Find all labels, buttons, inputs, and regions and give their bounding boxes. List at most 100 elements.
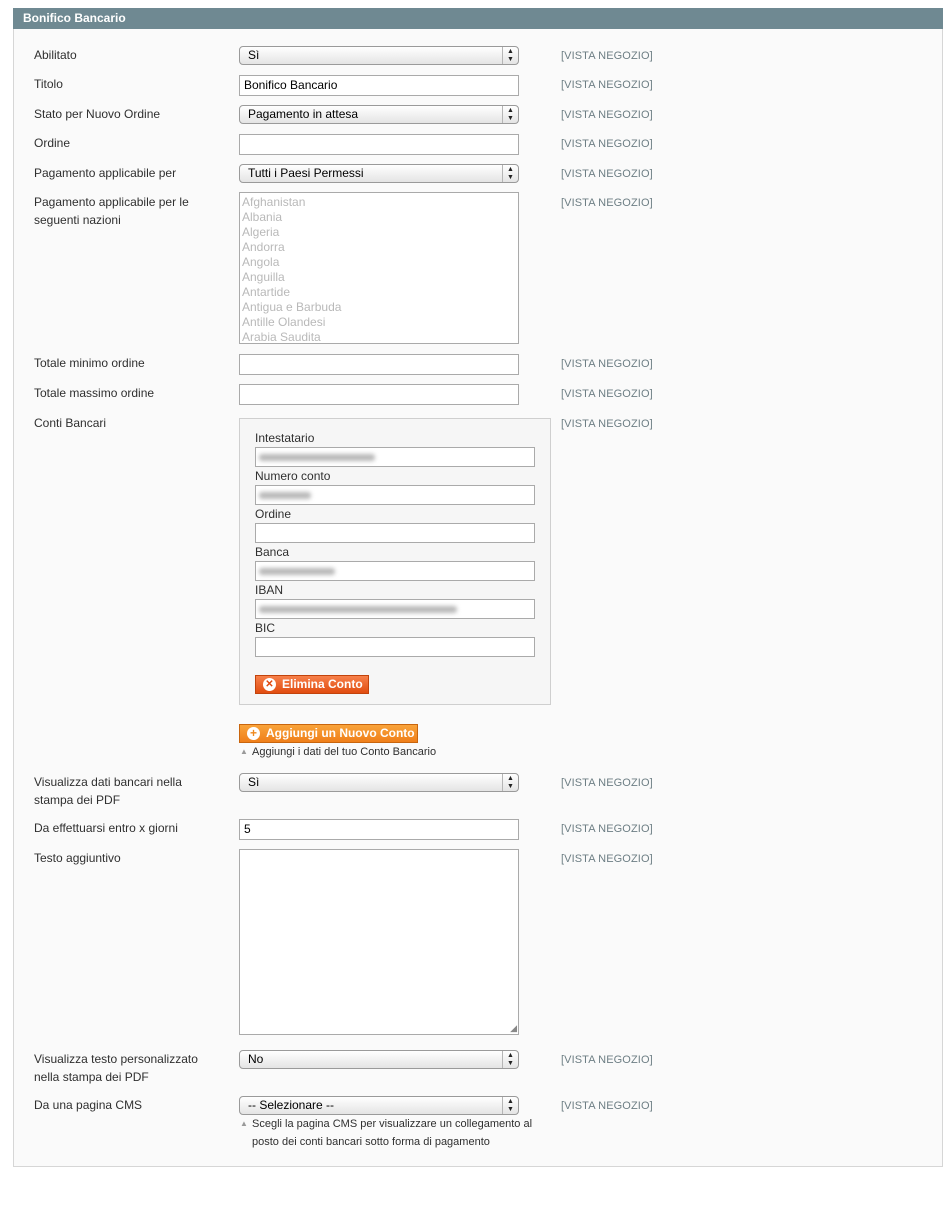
input-totale-massimo[interactable] [239, 384, 519, 405]
close-icon: ✕ [263, 678, 276, 691]
list-item[interactable]: Antartide [242, 285, 516, 300]
scope-label-nazioni: [VISTA NEGOZIO] [561, 197, 653, 209]
scope-label-totale-minimo: [VISTA NEGOZIO] [561, 358, 653, 370]
list-item[interactable]: Angola [242, 255, 516, 270]
label-nazioni: Pagamento applicabile per le seguenti na… [34, 193, 189, 229]
label-titolo: Titolo [34, 77, 63, 91]
label-visualizza-pdf: Visualizza dati bancari nella stampa dei… [34, 773, 182, 809]
input-ordine-conto[interactable] [255, 523, 535, 543]
textarea-testo-aggiuntivo[interactable]: ◢ [239, 849, 519, 1035]
section-header[interactable]: Bonifico Bancario [13, 8, 943, 29]
redacted-value [259, 568, 335, 575]
input-numero-conto[interactable] [255, 485, 535, 505]
pagina-cms-note: ▲ Scegli la pagina CMS per visualizzare … [240, 1115, 533, 1151]
select-testo-pdf[interactable]: No ▲ ▼ [239, 1050, 519, 1069]
scope-label-visualizza-pdf: [VISTA NEGOZIO] [561, 777, 653, 789]
label-numero-conto: Numero conto [255, 469, 331, 483]
list-item[interactable]: Andorra [242, 240, 516, 255]
select-pagina-cms-value: -- Selezionare -- [248, 1098, 335, 1112]
plus-icon: + [247, 727, 260, 740]
delete-account-label: Elimina Conto [282, 677, 363, 691]
label-totale-massimo: Totale massimo ordine [34, 386, 155, 400]
input-ordine[interactable] [239, 134, 519, 155]
input-iban[interactable] [255, 599, 535, 619]
input-bic[interactable] [255, 637, 535, 657]
select-arrows-icon: ▲ ▼ [502, 1097, 518, 1114]
select-arrows-icon: ▲ ▼ [502, 774, 518, 791]
select-visualizza-pdf-value: Sì [248, 775, 260, 789]
add-account-note: ▲ Aggiungi i dati del tuo Conto Bancario [240, 743, 437, 761]
scope-label-abilitato: [VISTA NEGOZIO] [561, 50, 653, 62]
select-arrows-icon: ▲ ▼ [502, 1051, 518, 1068]
list-item[interactable]: Antille Olandesi [242, 315, 516, 330]
select-stato-ordine-value: Pagamento in attesa [248, 107, 359, 121]
label-visualizza-pdf-line1: Visualizza dati bancari nella [34, 775, 182, 789]
label-testo-pdf-line1: Visualizza testo personalizzato [34, 1052, 198, 1066]
list-item[interactable]: Anguilla [242, 270, 516, 285]
triangle-up-icon: ▲ [240, 1119, 248, 1128]
label-conti-bancari: Conti Bancari [34, 416, 107, 430]
input-titolo[interactable]: Bonifico Bancario [239, 75, 519, 96]
input-giorni[interactable]: 5 [239, 819, 519, 840]
scope-label-titolo: [VISTA NEGOZIO] [561, 79, 653, 91]
delete-account-button[interactable]: ✕ Elimina Conto [255, 675, 369, 694]
label-nazioni-line1: Pagamento applicabile per le [34, 195, 189, 209]
select-abilitato-value: Sì [248, 48, 260, 62]
list-item[interactable]: Afghanistan [242, 195, 516, 210]
scope-label-pagamento-applicabile: [VISTA NEGOZIO] [561, 168, 653, 180]
select-pagamento-applicabile-value: Tutti i Paesi Permessi [248, 166, 364, 180]
list-item[interactable]: Arabia Saudita [242, 330, 516, 343]
label-giorni: Da effettuarsi entro x giorni [34, 821, 178, 835]
select-stato-ordine[interactable]: Pagamento in attesa ▲ ▼ [239, 105, 519, 124]
scope-label-stato-ordine: [VISTA NEGOZIO] [561, 109, 653, 121]
scope-label-giorni: [VISTA NEGOZIO] [561, 823, 653, 835]
label-iban: IBAN [255, 583, 284, 597]
scope-label-ordine: [VISTA NEGOZIO] [561, 138, 653, 150]
select-visualizza-pdf[interactable]: Sì ▲ ▼ [239, 773, 519, 792]
select-testo-pdf-value: No [248, 1052, 264, 1066]
add-account-label: Aggiungi un Nuovo Conto [266, 726, 415, 740]
add-account-note-text: Aggiungi i dati del tuo Conto Bancario [252, 746, 437, 758]
triangle-up-icon: ▲ [240, 747, 248, 756]
scope-label-testo-pdf: [VISTA NEGOZIO] [561, 1054, 653, 1066]
add-account-button[interactable]: + Aggiungi un Nuovo Conto [239, 724, 418, 743]
select-arrows-icon: ▲ ▼ [502, 165, 518, 182]
input-banca[interactable] [255, 561, 535, 581]
scope-label-conti-bancari: [VISTA NEGOZIO] [561, 418, 653, 430]
list-item[interactable]: Algeria [242, 225, 516, 240]
label-ordine-conto: Ordine [255, 507, 292, 521]
select-abilitato[interactable]: Sì ▲ ▼ [239, 46, 519, 65]
label-totale-minimo: Totale minimo ordine [34, 356, 145, 370]
scope-label-pagina-cms: [VISTA NEGOZIO] [561, 1100, 653, 1112]
label-nazioni-line2: seguenti nazioni [34, 213, 121, 227]
label-banca: Banca [255, 545, 290, 559]
label-pagina-cms: Da una pagina CMS [34, 1098, 143, 1112]
input-totale-minimo[interactable] [239, 354, 519, 375]
label-bic: BIC [255, 621, 276, 635]
label-visualizza-pdf-line2: stampa dei PDF [34, 793, 121, 807]
label-ordine: Ordine [34, 136, 71, 150]
list-item[interactable]: Antigua e Barbuda [242, 300, 516, 315]
label-pagamento-applicabile: Pagamento applicabile per [34, 166, 177, 180]
label-abilitato: Abilitato [34, 48, 77, 62]
input-intestatario[interactable] [255, 447, 535, 467]
scope-label-testo-aggiuntivo: [VISTA NEGOZIO] [561, 853, 653, 865]
resize-grip-icon[interactable]: ◢ [510, 1024, 517, 1033]
label-testo-aggiuntivo: Testo aggiuntivo [34, 851, 121, 865]
list-item[interactable]: Albania [242, 210, 516, 225]
select-pagamento-applicabile[interactable]: Tutti i Paesi Permessi ▲ ▼ [239, 164, 519, 183]
pagina-cms-note-line1: Scegli la pagina CMS per visualizzare un… [252, 1118, 533, 1130]
listbox-nazioni[interactable]: Afghanistan Albania Algeria Andorra Ango… [239, 192, 519, 344]
redacted-value [259, 606, 457, 613]
label-testo-pdf: Visualizza testo personalizzato nella st… [34, 1050, 198, 1086]
redacted-value [259, 454, 375, 461]
scope-label-totale-massimo: [VISTA NEGOZIO] [561, 388, 653, 400]
select-pagina-cms[interactable]: -- Selezionare -- ▲ ▼ [239, 1096, 519, 1115]
label-stato-ordine: Stato per Nuovo Ordine [34, 107, 161, 121]
select-arrows-icon: ▲ ▼ [502, 106, 518, 123]
select-arrows-icon: ▲ ▼ [502, 47, 518, 64]
label-intestatario: Intestatario [255, 431, 315, 445]
pagina-cms-note-line2: posto dei conti bancari sotto forma di p… [252, 1136, 490, 1148]
label-testo-pdf-line2: nella stampa dei PDF [34, 1070, 149, 1084]
redacted-value [259, 492, 311, 499]
